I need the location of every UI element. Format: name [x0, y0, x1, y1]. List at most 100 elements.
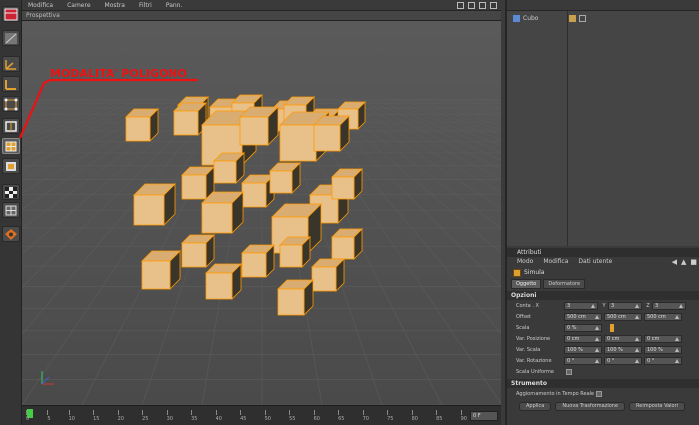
cube-instance[interactable]	[311, 258, 345, 292]
cube-instance[interactable]	[205, 263, 242, 300]
tab-deformer[interactable]: Deformatore	[543, 279, 586, 289]
menu-edit-attr[interactable]: Modifica	[543, 257, 568, 267]
menu-panel[interactable]: Pann.	[166, 2, 183, 9]
object-axis-button[interactable]	[2, 76, 20, 92]
cube-instance[interactable]	[201, 191, 244, 234]
back-arrow-icon[interactable]: ◀	[672, 257, 677, 267]
object-name[interactable]: Cubo	[523, 15, 538, 22]
count-z-field[interactable]: 3	[652, 301, 686, 310]
menu-mode[interactable]: Modo	[517, 257, 533, 267]
timeline-tick: 25	[142, 410, 149, 422]
cube-instance[interactable]	[213, 152, 245, 184]
position-variation-row: Var. Posizione 0 cm 0 cm 0 cm	[507, 333, 699, 344]
object-manager-list[interactable]: Cubo	[507, 11, 699, 246]
edge-mode-button[interactable]	[2, 118, 20, 134]
cube-instance[interactable]	[133, 183, 176, 226]
cube-instance[interactable]	[331, 228, 363, 260]
offset-y-field[interactable]: 500 cm	[604, 312, 642, 321]
scale-var-y-field[interactable]: 100 %	[604, 345, 642, 354]
rotation-variation-label: Var. Rotazione	[516, 357, 552, 364]
rot-var-x-field[interactable]: 0 °	[564, 356, 602, 365]
timeline-tick: 50	[264, 410, 271, 422]
cube-instance[interactable]	[181, 234, 215, 268]
move-view-icon[interactable]	[457, 1, 464, 9]
maximize-view-icon[interactable]	[490, 1, 497, 9]
tab-object[interactable]: Oggetto	[511, 279, 542, 289]
polygon-mode-annotation: MODALITA' POLIGONO	[50, 67, 187, 80]
uv-mode-button[interactable]	[2, 158, 20, 174]
offset-label: Offset	[516, 313, 532, 320]
up-arrow-icon[interactable]: ▲	[681, 257, 686, 267]
cube-instance[interactable]	[241, 174, 275, 208]
cube-instance[interactable]	[277, 279, 314, 316]
realtime-update-label: Aggiornamento in Tempo Reale	[516, 390, 595, 397]
reset-values-button[interactable]: Reimposta Valori	[629, 402, 686, 411]
cube-instance[interactable]	[331, 168, 363, 200]
sculpt-button[interactable]	[2, 226, 20, 242]
offset-z-field[interactable]: 500 cm	[644, 312, 682, 321]
timeline-tick: 45	[240, 410, 247, 422]
cube-instance[interactable]	[181, 166, 215, 200]
scale-row: Scala 0 %	[507, 322, 699, 333]
pos-var-y-field[interactable]: 0 cm	[604, 334, 642, 343]
tool-buttons: Applica Nuova Trasformazione Reimposta V…	[507, 401, 699, 412]
points-icon	[4, 98, 18, 110]
cube-instance[interactable]	[279, 236, 311, 268]
checker-icon	[5, 32, 17, 44]
axis-z-label: Z	[646, 302, 650, 309]
timeline[interactable]: 0 5 10 15 20 25 30 35 40 45 50 55 60 65 70 75 80 85 90 0 F	[22, 405, 501, 425]
uniform-scale-checkbox[interactable]	[566, 368, 572, 375]
scale-slider[interactable]	[610, 323, 614, 332]
checker-tag-icon[interactable]	[579, 14, 587, 22]
timeline-tick: 70	[362, 410, 369, 422]
attributes-nav: ◀ ▲ ■	[672, 257, 699, 267]
point-mode-button[interactable]	[2, 96, 20, 112]
position-variation-label: Var. Posizione	[516, 335, 551, 342]
tag-icon[interactable]	[569, 14, 577, 22]
lock-icon[interactable]: ■	[690, 257, 697, 267]
attributes-menu: Modo Modifica Dati utente ◀ ▲ ■	[507, 257, 699, 267]
menu-user-data[interactable]: Dati utente	[578, 257, 612, 267]
cube-instance[interactable]	[141, 250, 181, 290]
offset-x-field[interactable]: 500 cm	[564, 312, 602, 321]
model-mode-button[interactable]	[2, 6, 20, 22]
current-frame-field[interactable]: 0 F	[470, 411, 498, 421]
menu-cameras[interactable]: Camere	[67, 2, 90, 9]
polygon-mode-button[interactable]	[2, 138, 20, 154]
scale-var-x-field[interactable]: 100 %	[564, 345, 602, 354]
offset-row: Offset 500 cm 500 cm 500 cm	[507, 311, 699, 322]
cube-instance[interactable]	[269, 162, 301, 194]
scale-field[interactable]: 0 %	[564, 323, 602, 332]
pos-var-z-field[interactable]: 0 cm	[644, 334, 682, 343]
timeline-tick: 85	[436, 410, 443, 422]
snap-button[interactable]	[2, 184, 20, 200]
timeline-tick: 10	[68, 410, 75, 422]
polygon-icon	[5, 141, 17, 151]
timeline-tick: 20	[117, 410, 124, 422]
count-x-field[interactable]: 3	[564, 301, 598, 310]
rot-var-y-field[interactable]: 0 °	[604, 356, 642, 365]
scale-var-z-field[interactable]: 100 %	[644, 345, 682, 354]
workplane-button[interactable]	[2, 202, 20, 218]
texture-mode-button[interactable]	[2, 30, 20, 46]
cube-instance[interactable]	[125, 108, 159, 142]
cube-instance[interactable]	[241, 244, 275, 278]
attributes-manager: Attributi Modo Modifica Dati utente ◀ ▲ …	[507, 248, 699, 425]
rot-var-z-field[interactable]: 0 °	[644, 356, 682, 365]
menu-edit[interactable]: Modifica	[28, 2, 53, 9]
menu-filter[interactable]: Filtri	[139, 2, 152, 9]
rotate-view-icon[interactable]	[479, 1, 486, 9]
edges-icon	[5, 120, 17, 132]
axis-mode-button[interactable]	[2, 56, 20, 72]
cube-instance[interactable]	[173, 102, 207, 136]
cube-instance[interactable]	[313, 115, 350, 152]
menu-display[interactable]: Mostra	[105, 2, 125, 9]
pos-var-x-field[interactable]: 0 cm	[564, 334, 602, 343]
zoom-view-icon[interactable]	[468, 1, 475, 9]
realtime-update-checkbox[interactable]	[596, 390, 603, 397]
object-row-cube[interactable]: Cubo	[507, 13, 699, 23]
new-transform-button[interactable]: Nuova Trasformazione	[555, 402, 626, 411]
cube-instance[interactable]	[239, 106, 279, 146]
apply-button[interactable]: Applica	[519, 402, 552, 411]
count-y-field[interactable]: 3	[608, 301, 642, 310]
